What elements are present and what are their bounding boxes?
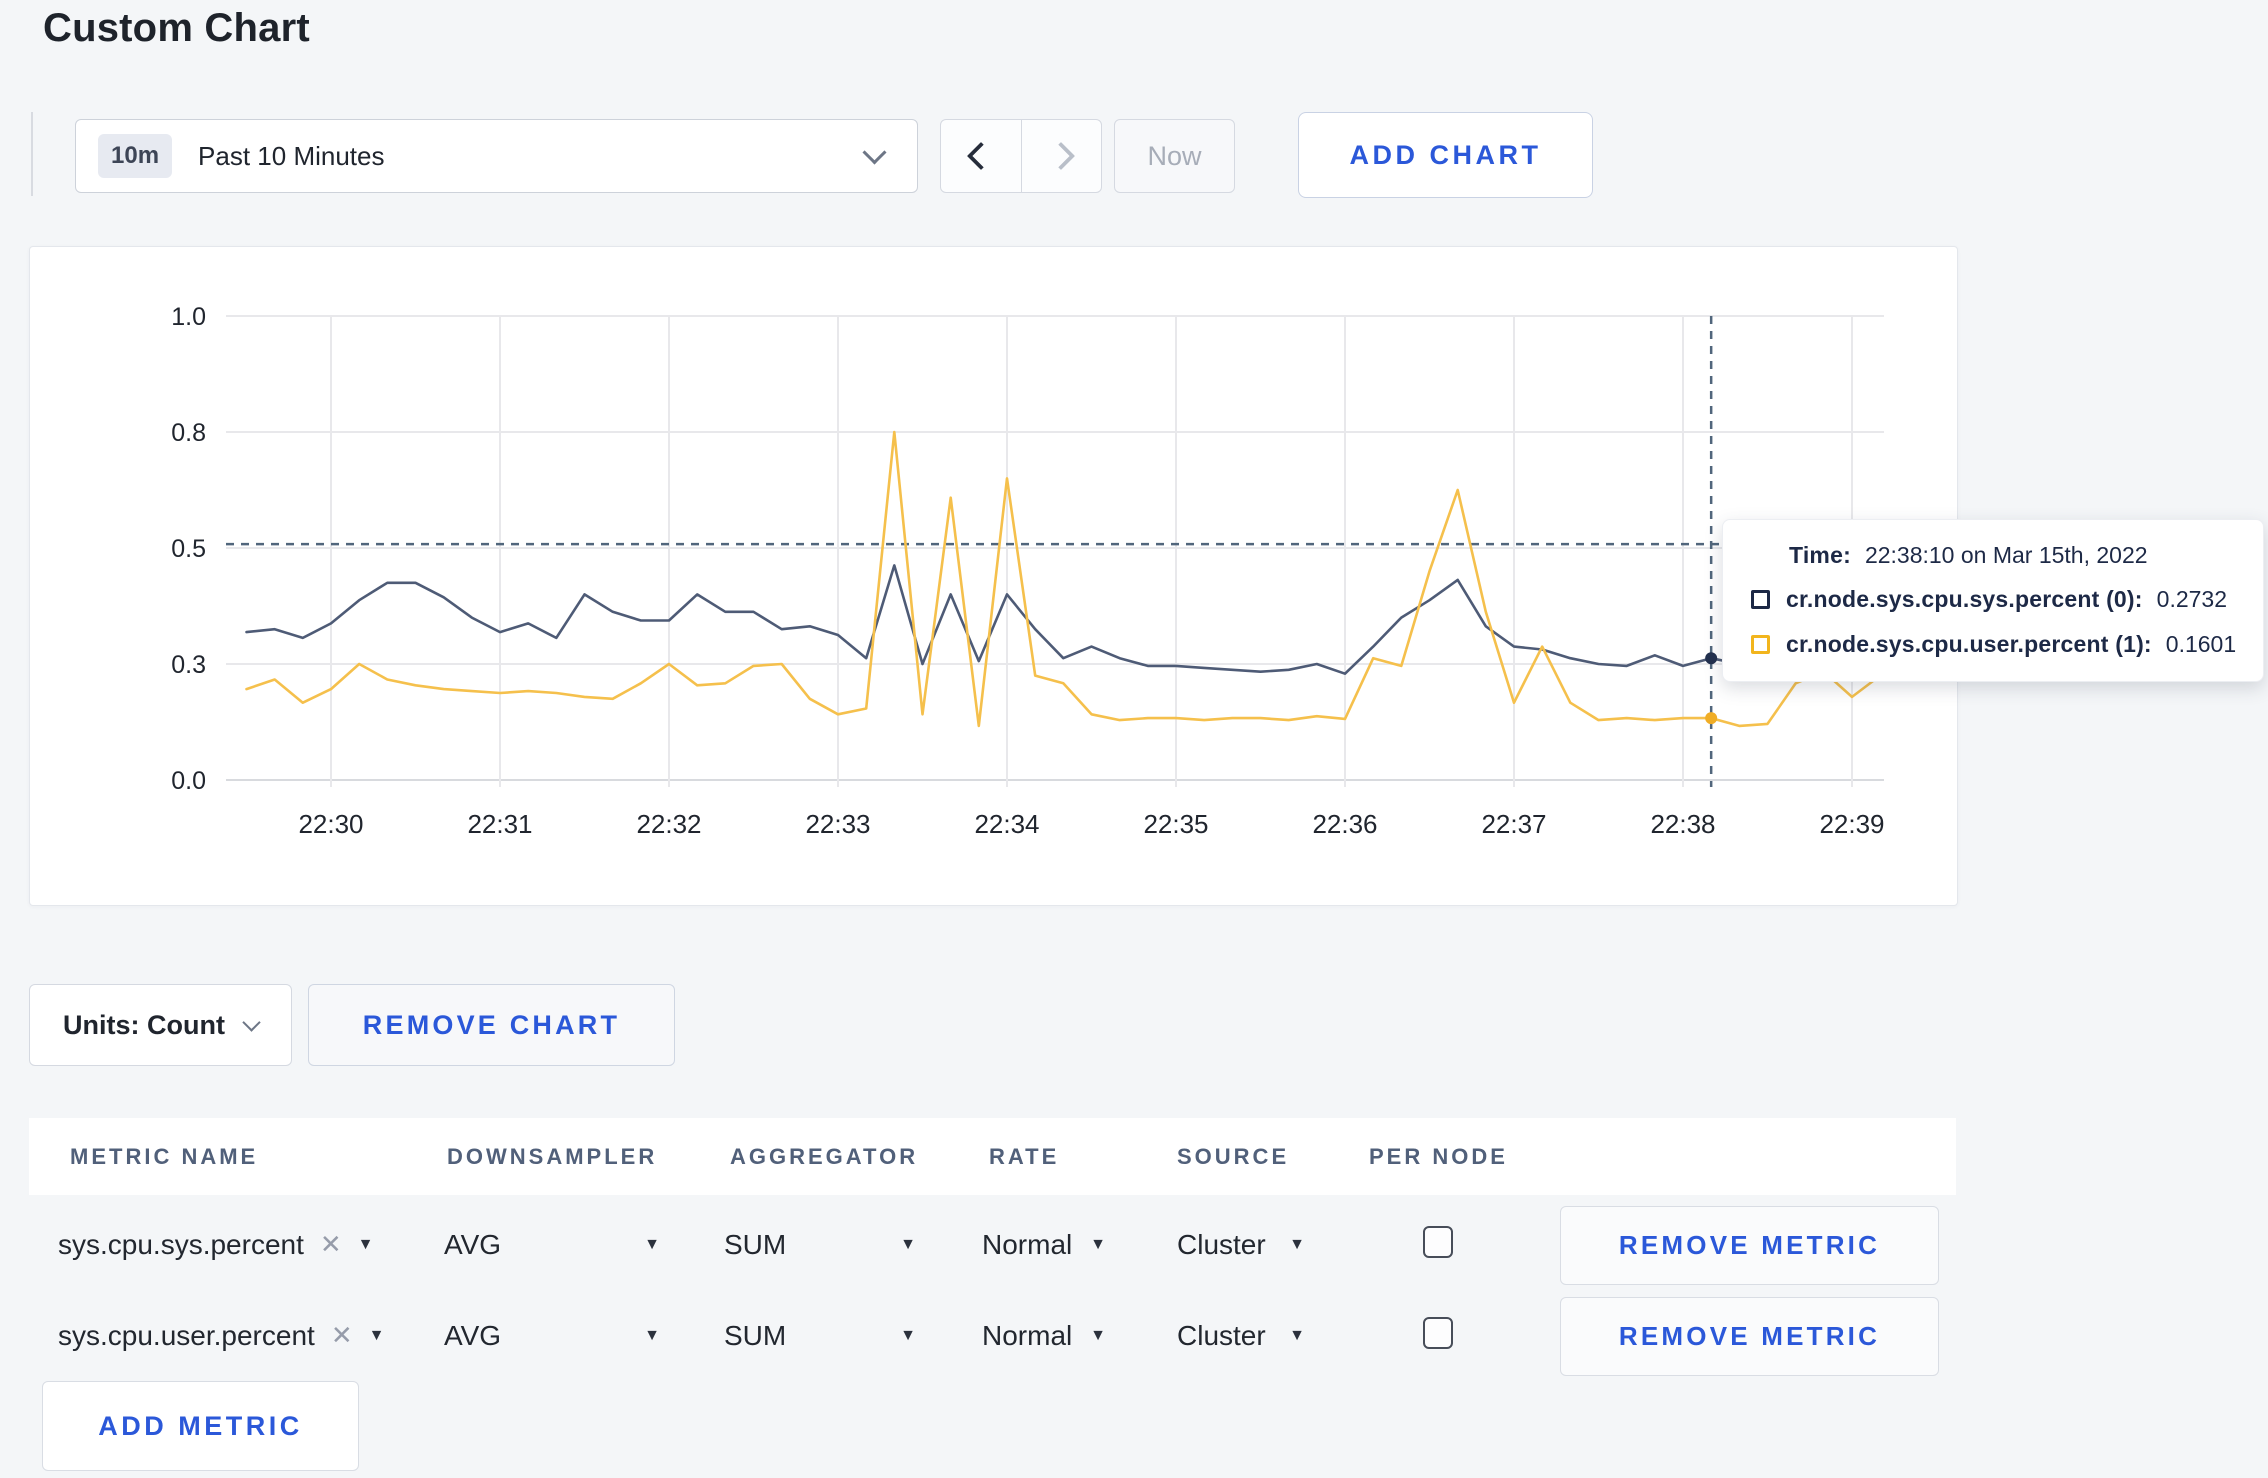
remove-metric-label: REMOVE METRIC xyxy=(1618,1230,1881,1260)
col-header-downsampler: DOWNSAMPLER xyxy=(447,1144,658,1169)
svg-text:1.0: 1.0 xyxy=(171,303,206,331)
rate-value: Normal xyxy=(982,1228,1073,1260)
dropdown-caret-icon: ▼ xyxy=(1289,1235,1305,1253)
dropdown-caret-icon[interactable]: ▼ xyxy=(369,1327,385,1345)
downsampler-select[interactable]: AVG ▼ xyxy=(444,1297,660,1374)
time-range-selector[interactable]: 10m Past 10 Minutes xyxy=(75,119,918,193)
add-metric-button[interactable]: ADD METRIC xyxy=(42,1381,359,1471)
tooltip-series-0-label: cr.node.sys.cpu.sys.percent (0): xyxy=(1786,586,2143,612)
tooltip-series-0-value: 0.2732 xyxy=(2156,586,2228,612)
dropdown-caret-icon: ▼ xyxy=(644,1326,660,1344)
aggregator-value: SUM xyxy=(724,1319,787,1351)
dropdown-caret-icon: ▼ xyxy=(900,1326,916,1344)
remove-chart-button[interactable]: REMOVE CHART xyxy=(308,984,675,1066)
remove-metric-button[interactable]: REMOVE METRIC xyxy=(1560,1297,1939,1376)
page-title: Custom Chart xyxy=(43,6,310,50)
clear-metric-icon[interactable]: ✕ xyxy=(320,1229,342,1260)
metric-name-select[interactable]: sys.cpu.user.percent ✕ ▼ xyxy=(58,1297,384,1374)
units-select[interactable]: Units: Count xyxy=(29,984,292,1066)
add-chart-button[interactable]: ADD CHART xyxy=(1298,112,1593,198)
rate-value: Normal xyxy=(982,1319,1073,1351)
series-0-legend-swatch-icon xyxy=(1751,590,1770,609)
rate-select[interactable]: Normal ▼ xyxy=(982,1297,1106,1374)
source-value: Cluster xyxy=(1177,1319,1266,1351)
timeseries-chart[interactable]: 22:30 22:31 22:32 22:33 22:34 22:35 22:36 22:37… xyxy=(30,247,1955,903)
time-step-buttons xyxy=(940,119,1102,193)
toolbar-divider xyxy=(31,112,33,196)
source-value: Cluster xyxy=(1177,1228,1266,1260)
svg-text:22:30: 22:30 xyxy=(298,809,363,839)
add-chart-label: ADD CHART xyxy=(1349,139,1542,170)
clear-metric-icon[interactable]: ✕ xyxy=(331,1320,353,1351)
metric-name-select[interactable]: sys.cpu.sys.percent ✕ ▼ xyxy=(58,1206,374,1283)
chevron-right-icon xyxy=(1047,141,1076,171)
remove-chart-label: REMOVE CHART xyxy=(362,1009,621,1040)
svg-text:22:31: 22:31 xyxy=(467,809,532,839)
per-node-checkbox[interactable] xyxy=(1423,1317,1453,1349)
col-header-metric-name: METRIC NAME xyxy=(70,1144,259,1169)
downsampler-value: AVG xyxy=(444,1319,502,1351)
metrics-table-header: METRIC NAME DOWNSAMPLER AGGREGATOR RATE … xyxy=(29,1118,1956,1195)
rate-select[interactable]: Normal ▼ xyxy=(982,1206,1106,1283)
dropdown-caret-icon: ▼ xyxy=(644,1235,660,1253)
now-button[interactable]: Now xyxy=(1114,119,1235,193)
svg-text:0.3: 0.3 xyxy=(171,651,206,679)
aggregator-select[interactable]: SUM ▼ xyxy=(724,1297,916,1374)
svg-text:22:34: 22:34 xyxy=(974,809,1039,839)
dropdown-caret-icon[interactable]: ▼ xyxy=(358,1236,374,1254)
svg-text:0.8: 0.8 xyxy=(171,419,206,447)
remove-metric-label: REMOVE METRIC xyxy=(1618,1321,1881,1351)
per-node-checkbox[interactable] xyxy=(1423,1226,1453,1258)
svg-text:22:39: 22:39 xyxy=(1819,809,1884,839)
tooltip-time-value: 22:38:10 on Mar 15th, 2022 xyxy=(1864,542,2148,568)
aggregator-select[interactable]: SUM ▼ xyxy=(724,1206,916,1283)
chevron-down-icon xyxy=(862,140,887,165)
chart-card[interactable]: 22:30 22:31 22:32 22:33 22:34 22:35 22:36 22:37… xyxy=(29,246,1958,906)
svg-text:22:38: 22:38 xyxy=(1650,809,1715,839)
chevron-down-icon xyxy=(242,1012,261,1032)
svg-text:22:36: 22:36 xyxy=(1312,809,1377,839)
table-row: sys.cpu.user.percent ✕ ▼ AVG ▼ SUM ▼ Nor… xyxy=(0,1297,2268,1376)
tooltip-time-label: Time: xyxy=(1789,542,1851,568)
tooltip-series-1-value: 0.1601 xyxy=(2165,631,2237,657)
dropdown-caret-icon: ▼ xyxy=(1090,1326,1106,1344)
now-button-label: Now xyxy=(1147,140,1202,171)
svg-text:22:35: 22:35 xyxy=(1143,809,1208,839)
units-label: Units: Count xyxy=(63,1009,225,1040)
time-range-label: Past 10 Minutes xyxy=(198,140,385,171)
downsampler-select[interactable]: AVG ▼ xyxy=(444,1206,660,1283)
table-row: sys.cpu.sys.percent ✕ ▼ AVG ▼ SUM ▼ Norm… xyxy=(0,1206,2268,1285)
remove-metric-button[interactable]: REMOVE METRIC xyxy=(1560,1206,1939,1285)
metric-name-text: sys.cpu.sys.percent xyxy=(58,1228,304,1260)
svg-text:22:32: 22:32 xyxy=(636,809,701,839)
chevron-left-icon xyxy=(966,141,995,171)
step-back-button[interactable] xyxy=(941,120,1021,192)
series-1-legend-swatch-icon xyxy=(1751,635,1770,654)
svg-text:0.0: 0.0 xyxy=(171,767,206,795)
aggregator-value: SUM xyxy=(724,1228,787,1260)
svg-text:22:33: 22:33 xyxy=(805,809,870,839)
source-select[interactable]: Cluster ▼ xyxy=(1177,1297,1305,1374)
svg-text:0.5: 0.5 xyxy=(171,535,206,563)
col-header-source: SOURCE xyxy=(1177,1144,1290,1169)
col-header-per-node: PER NODE xyxy=(1369,1144,1508,1169)
dropdown-caret-icon: ▼ xyxy=(1090,1235,1106,1253)
col-header-aggregator: AGGREGATOR xyxy=(730,1144,919,1169)
time-range-badge: 10m xyxy=(98,134,173,178)
custom-chart-page: Custom Chart 10m Past 10 Minutes Now ADD… xyxy=(0,0,2268,1478)
add-metric-label: ADD METRIC xyxy=(98,1410,303,1441)
dropdown-caret-icon: ▼ xyxy=(1289,1326,1305,1344)
chart-hover-tooltip: Time: 22:38:10 on Mar 15th, 2022 cr.node… xyxy=(1722,519,2264,682)
dropdown-caret-icon: ▼ xyxy=(900,1235,916,1253)
tooltip-series-1-label: cr.node.sys.cpu.user.percent (1): xyxy=(1786,631,2152,657)
step-forward-button[interactable] xyxy=(1020,120,1102,192)
col-header-rate: RATE xyxy=(989,1144,1060,1169)
source-select[interactable]: Cluster ▼ xyxy=(1177,1206,1305,1283)
svg-text:22:37: 22:37 xyxy=(1481,809,1546,839)
downsampler-value: AVG xyxy=(444,1228,502,1260)
metric-name-text: sys.cpu.user.percent xyxy=(58,1319,315,1351)
